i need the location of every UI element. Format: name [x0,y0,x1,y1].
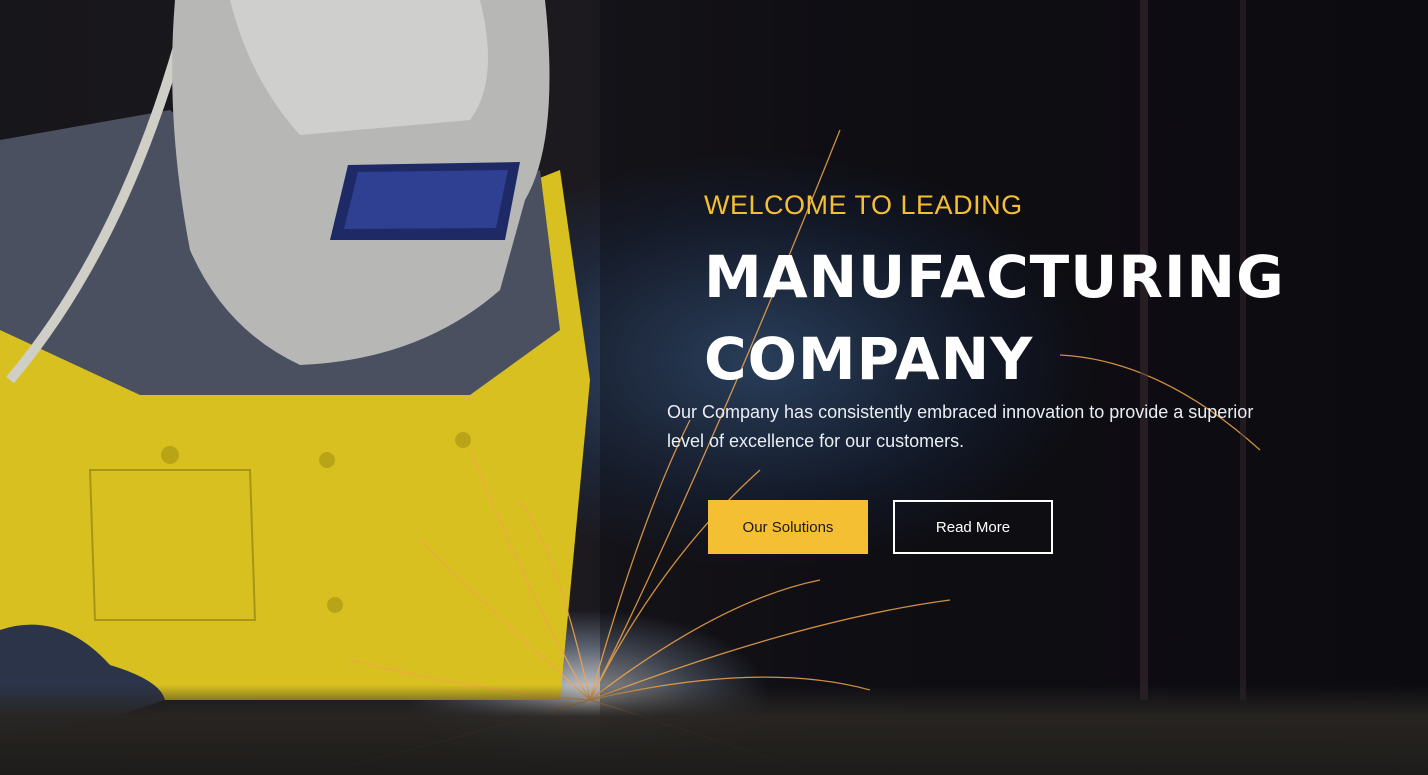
read-more-button[interactable]: Read More [893,500,1053,554]
hero-banner: WELCOME TO LEADING MANUFACTURING COMPANY… [0,0,1428,775]
hero-description: Our Company has consistently embraced in… [667,402,1254,451]
work-surface [0,685,1428,775]
headline-line-2: COMPANY [704,325,1034,393]
our-solutions-button[interactable]: Our Solutions [708,500,868,554]
headline-line-1: MANUFACTURING [704,243,1285,311]
hero-headline: MANUFACTURING COMPANY [704,236,1285,400]
hero-eyebrow: WELCOME TO LEADING [704,190,1023,220]
